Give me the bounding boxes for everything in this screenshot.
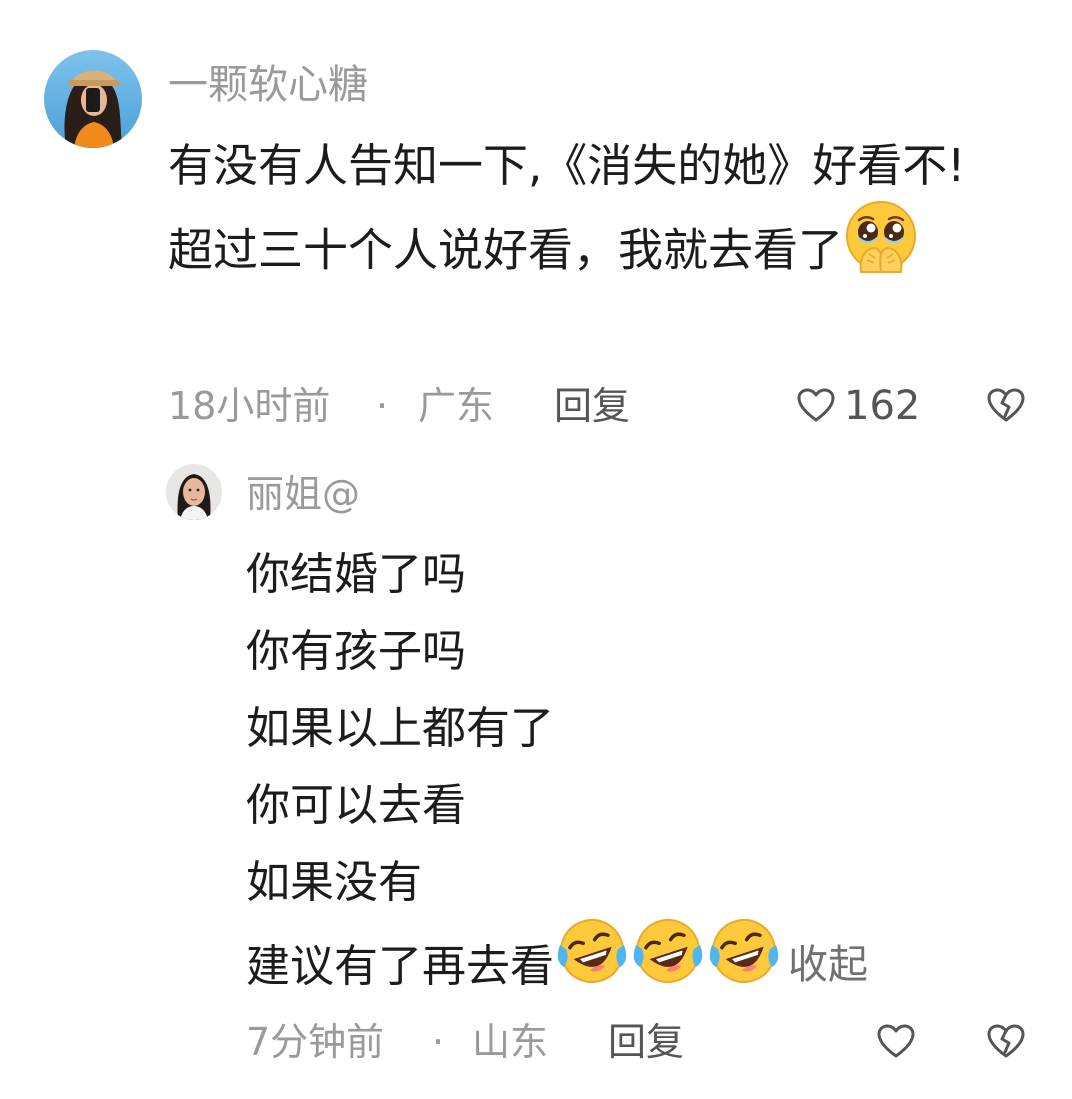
comment-meta: 18小时前 · 广东 回复 162 bbox=[168, 380, 1038, 432]
user-avatar[interactable] bbox=[44, 50, 142, 148]
heart-outline-icon[interactable] bbox=[876, 1022, 916, 1075]
rolling-laughing-face-icon bbox=[554, 915, 630, 1011]
reply-line: 你结婚了吗 bbox=[246, 549, 466, 600]
comment-username[interactable]: 一颗软心糖 bbox=[168, 60, 368, 110]
reply-line: 你可以去看 bbox=[246, 780, 466, 831]
broken-heart-icon[interactable] bbox=[986, 386, 1026, 439]
like-count: 162 bbox=[844, 383, 921, 429]
comment-time: 18小时前 bbox=[168, 384, 331, 428]
reply-location: 山东 bbox=[472, 1020, 549, 1064]
rolling-laughing-face-icon bbox=[706, 915, 782, 1011]
reply-text: 你结婚了吗 你有孩子吗 如果以上都有了 你可以去看 如果没有 建议有了再去看 收… bbox=[246, 536, 1026, 1017]
collapse-button[interactable]: 收起 bbox=[788, 942, 868, 988]
reply-time: 7分钟前 bbox=[246, 1020, 385, 1064]
heart-outline-icon[interactable] bbox=[796, 386, 836, 439]
user-avatar[interactable] bbox=[166, 464, 222, 520]
reply-line-last: 建议有了再去看 收起 bbox=[246, 919, 1026, 1017]
reply-line: 如果以上都有了 bbox=[246, 703, 554, 754]
reply-line: 你有孩子吗 bbox=[246, 626, 466, 677]
reply-meta: 7分钟前 · 山东 回复 bbox=[246, 1016, 1046, 1068]
rolling-laughing-face-icon bbox=[630, 915, 706, 1011]
pleading-face-hands-over-mouth-icon bbox=[843, 198, 919, 297]
comment-location: 广东 bbox=[418, 384, 495, 428]
broken-heart-icon[interactable] bbox=[986, 1022, 1026, 1075]
reply-button[interactable]: 回复 bbox=[608, 1016, 684, 1068]
reply-username[interactable]: 丽姐@ bbox=[246, 470, 360, 518]
reply-line: 如果没有 bbox=[246, 857, 422, 908]
meta-separator: · bbox=[432, 1020, 445, 1064]
comment-text: 有没有人告知一下,《消失的她》好看不! 超过三十个人说好看，我就去看了 bbox=[168, 128, 1018, 303]
reply-button[interactable]: 回复 bbox=[554, 380, 630, 432]
reply-line: 建议有了再去看 bbox=[246, 941, 554, 992]
meta-separator: · bbox=[376, 384, 389, 428]
